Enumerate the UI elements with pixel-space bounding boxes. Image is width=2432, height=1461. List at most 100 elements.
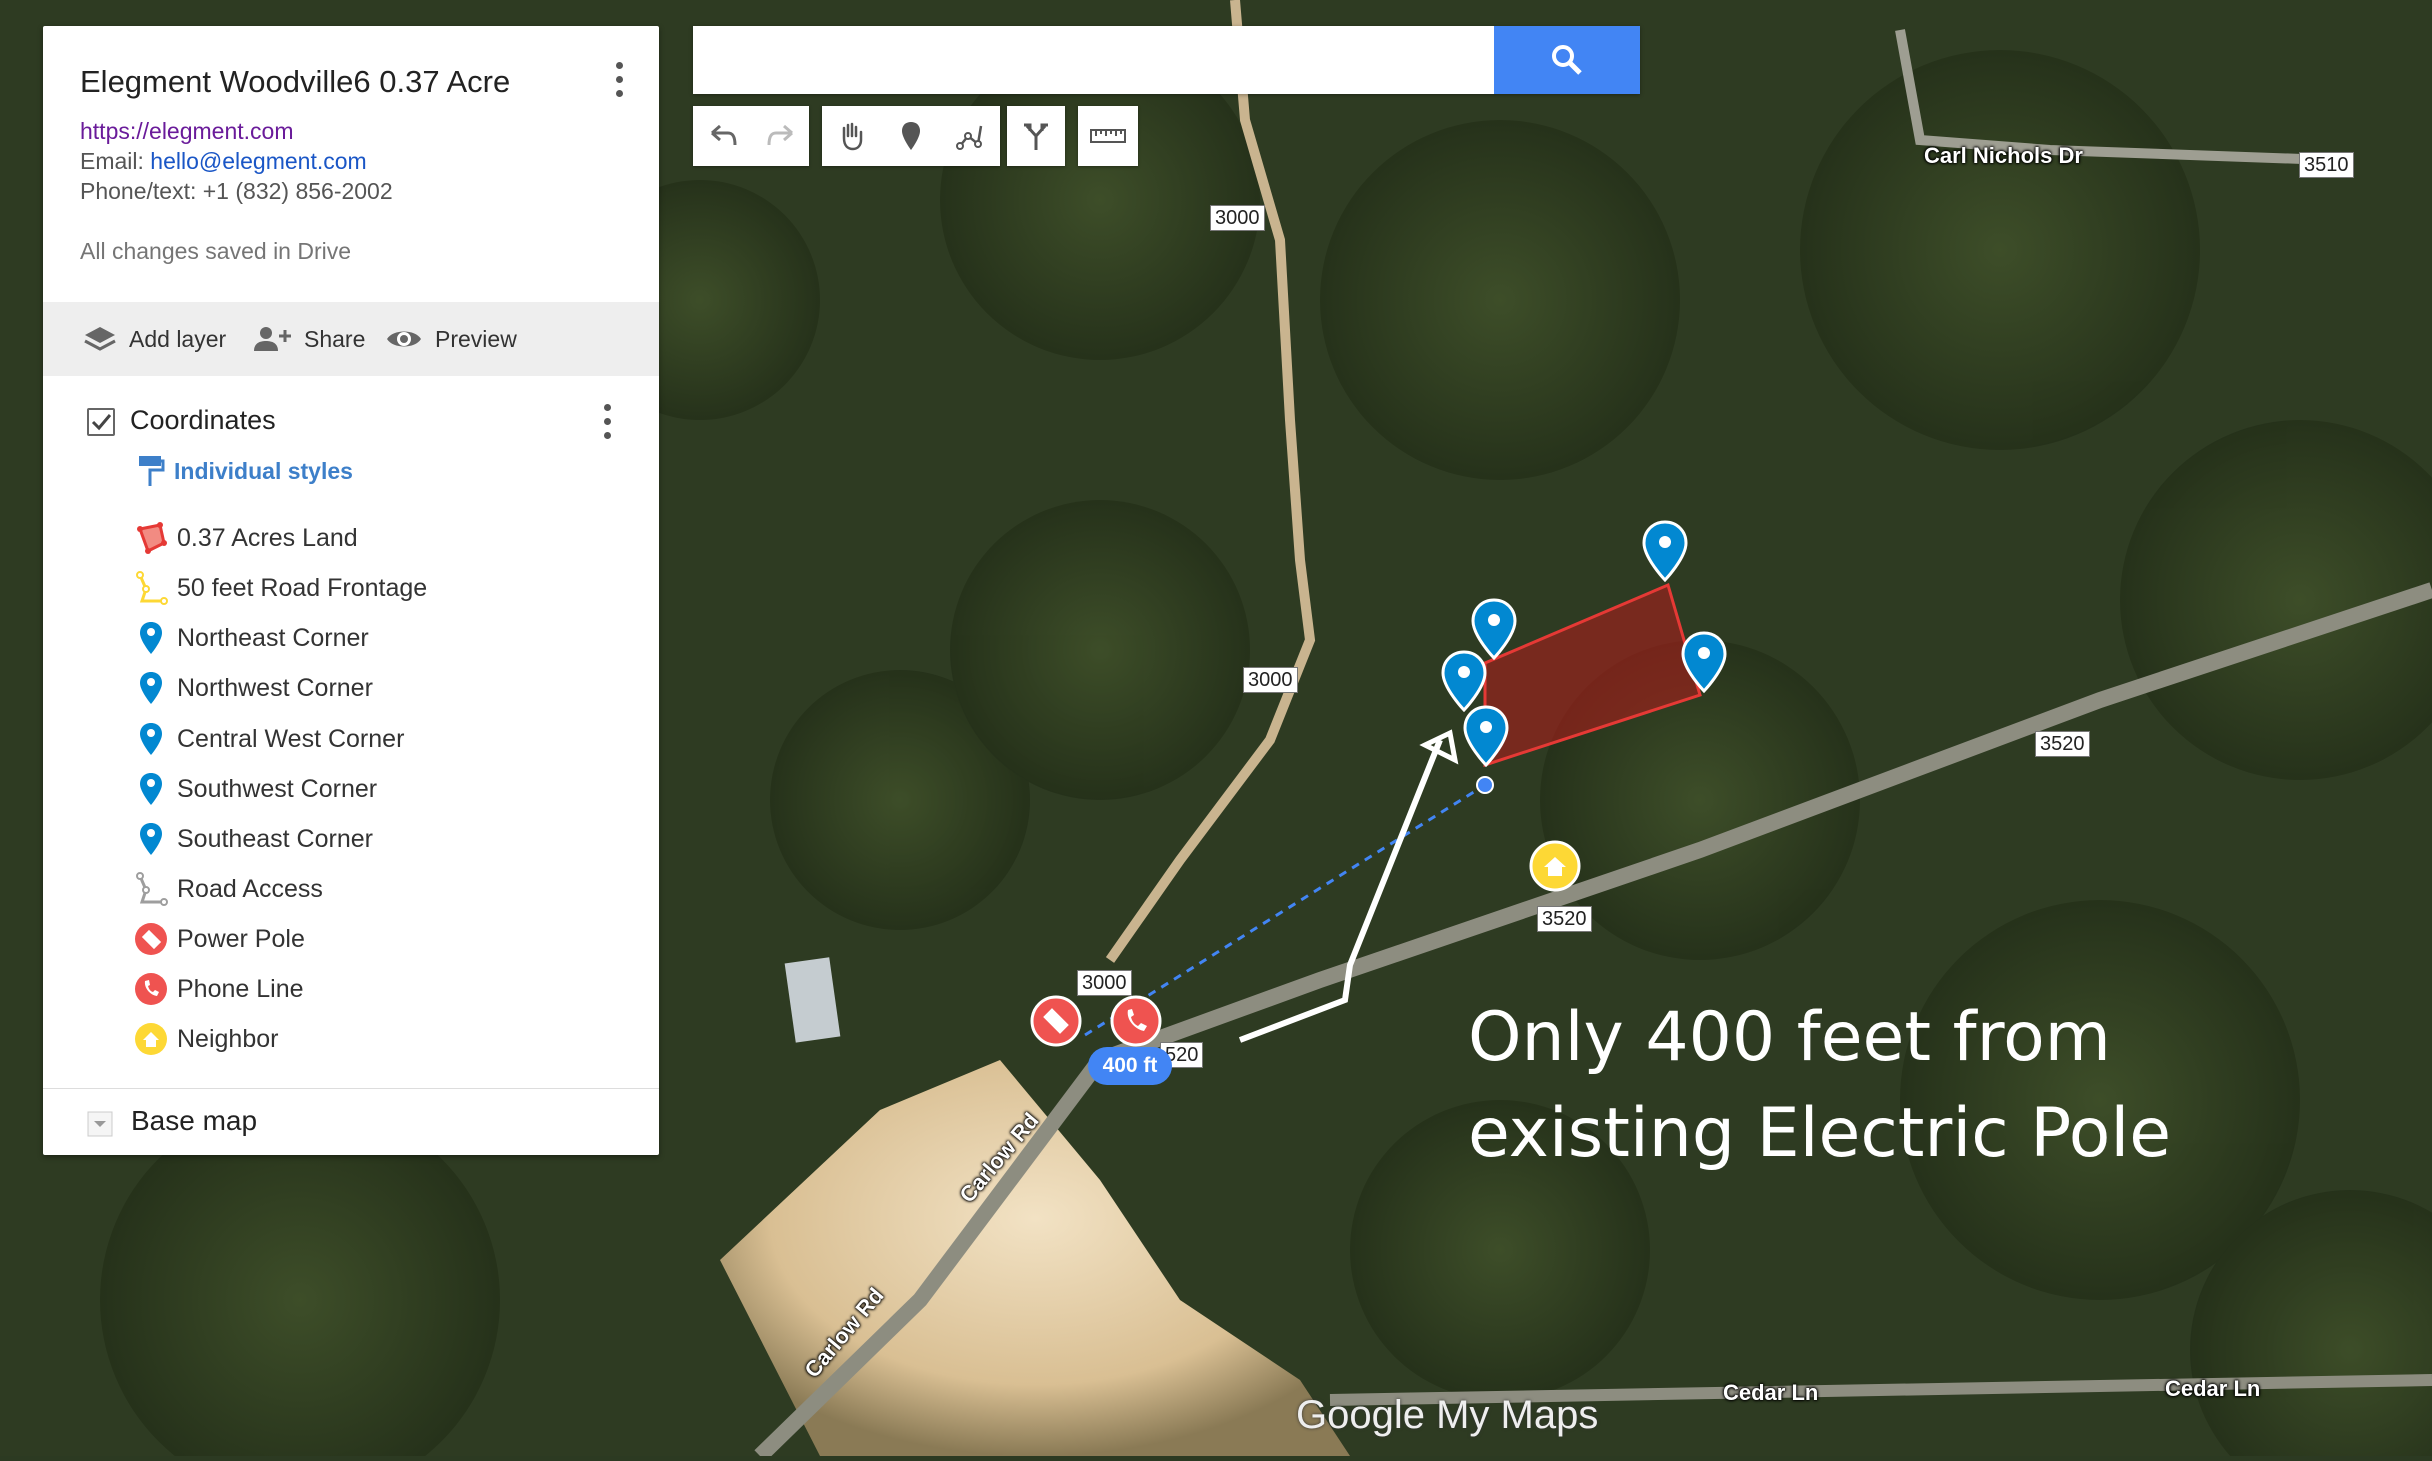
road-number-3000: 3000 bbox=[1210, 205, 1265, 231]
pin-icon bbox=[140, 773, 162, 805]
map-title[interactable]: Elegment Woodville6 0.37 Acre bbox=[80, 64, 510, 100]
layers-icon bbox=[84, 327, 116, 351]
list-item-road-access[interactable]: Road Access bbox=[131, 869, 631, 909]
list-item-label: Northwest Corner bbox=[177, 673, 373, 702]
list-item-southwest-corner[interactable]: Southwest Corner bbox=[131, 769, 631, 809]
list-item-label: Power Pole bbox=[177, 924, 305, 953]
list-item-label: Northeast Corner bbox=[177, 623, 369, 652]
marker-icon bbox=[902, 122, 920, 150]
add-directions-button[interactable] bbox=[1007, 106, 1065, 166]
annotation-line-1: Only 400 feet from bbox=[1468, 998, 2111, 1077]
list-item-label: 0.37 Acres Land bbox=[177, 523, 358, 552]
measure-button[interactable] bbox=[1078, 106, 1138, 166]
map-legend-panel: Elegment Woodville6 0.37 Acre https://el… bbox=[43, 26, 659, 1155]
list-item-label: Southwest Corner bbox=[177, 774, 378, 803]
chevron-down-icon bbox=[87, 1111, 113, 1137]
pin-icon[interactable] bbox=[1642, 520, 1688, 582]
ruler-icon bbox=[1090, 129, 1126, 143]
road-number-3510: 3510 bbox=[2299, 152, 2354, 178]
phone-text: Phone/text: +1 (832) 856-2002 bbox=[80, 178, 393, 204]
layer-options-icon[interactable] bbox=[601, 404, 613, 444]
directions-toolbar bbox=[1007, 106, 1065, 166]
email-line: Email: hello@elegment.com bbox=[80, 148, 367, 175]
share-button[interactable]: Share bbox=[252, 302, 365, 376]
pin-icon[interactable] bbox=[1681, 631, 1727, 693]
add-marker-button[interactable] bbox=[881, 106, 941, 166]
list-item-northwest-corner[interactable]: Northwest Corner bbox=[131, 668, 631, 708]
paint-roller-icon bbox=[139, 456, 165, 486]
draw-line-button[interactable] bbox=[940, 106, 1000, 166]
plug-icon bbox=[135, 923, 167, 955]
pin-icon[interactable] bbox=[1463, 705, 1509, 767]
distance-label: 400 ft bbox=[1088, 1047, 1172, 1085]
redo-button[interactable] bbox=[751, 106, 811, 166]
map-info-header: Elegment Woodville6 0.37 Acre https://el… bbox=[43, 26, 659, 302]
undo-icon bbox=[711, 124, 737, 146]
layer-header: Coordinates bbox=[43, 398, 659, 454]
preview-button[interactable]: Preview bbox=[385, 302, 517, 376]
phone-icon bbox=[135, 973, 167, 1005]
road-label-cedar-ln: Cedar Ln bbox=[1723, 1380, 1819, 1405]
more-options-icon[interactable] bbox=[613, 62, 625, 102]
road-number-3520: 3520 bbox=[2035, 731, 2090, 757]
hand-icon bbox=[842, 122, 863, 151]
road-number-3520: 3520 bbox=[1537, 906, 1592, 932]
list-item-northeast-corner[interactable]: Northeast Corner bbox=[131, 618, 631, 658]
pin-icon bbox=[140, 622, 162, 654]
email-label: Email: bbox=[80, 148, 144, 174]
search-button[interactable] bbox=[1494, 26, 1640, 94]
base-map-label: Base map bbox=[131, 1105, 258, 1136]
house-icon[interactable] bbox=[1529, 840, 1581, 892]
history-toolbar bbox=[693, 106, 809, 166]
save-status: All changes saved in Drive bbox=[80, 238, 352, 264]
undo-button[interactable] bbox=[693, 106, 753, 166]
individual-styles-link[interactable]: Individual styles bbox=[174, 458, 353, 485]
pin-icon bbox=[140, 672, 162, 704]
eye-icon bbox=[387, 331, 421, 347]
plug-icon[interactable] bbox=[1030, 995, 1082, 1047]
list-item-label: Neighbor bbox=[177, 1024, 279, 1053]
base-map-section[interactable]: Base map bbox=[43, 1088, 659, 1156]
measure-toolbar bbox=[1078, 106, 1138, 166]
directions-icon bbox=[1024, 123, 1048, 150]
phone-icon[interactable] bbox=[1110, 995, 1162, 1047]
pin-icon bbox=[140, 823, 162, 855]
pin-icon[interactable] bbox=[1441, 650, 1487, 712]
layer-visibility-checkbox[interactable] bbox=[87, 408, 115, 436]
list-item-label: Southeast Corner bbox=[177, 824, 373, 853]
layer-title[interactable]: Coordinates bbox=[130, 405, 276, 436]
list-item-road-frontage[interactable]: 50 feet Road Frontage bbox=[131, 568, 631, 608]
list-item-southeast-corner[interactable]: Southeast Corner bbox=[131, 819, 631, 859]
add-layer-label: Add layer bbox=[129, 325, 227, 352]
email-link[interactable]: hello@elegment.com bbox=[150, 148, 366, 174]
polygon-icon bbox=[137, 522, 167, 554]
google-my-maps-logo: Google My Maps bbox=[1296, 1393, 1599, 1437]
list-item-neighbor[interactable]: Neighbor bbox=[131, 1019, 631, 1059]
panel-toolbar: Add layer Share Preview bbox=[43, 302, 659, 376]
add-person-icon bbox=[254, 327, 291, 351]
line-icon bbox=[136, 571, 168, 605]
list-item-land[interactable]: 0.37 Acres Land bbox=[131, 518, 631, 558]
road-number-3000: 3000 bbox=[1077, 970, 1132, 996]
road-label-carl-nichols-dr: Carl Nichols Dr bbox=[1924, 143, 2083, 168]
draw-line-icon bbox=[956, 125, 983, 150]
list-item-label: Central West Corner bbox=[177, 724, 405, 753]
add-layer-button[interactable]: Add layer bbox=[83, 302, 226, 376]
redo-icon bbox=[767, 124, 793, 146]
list-item-central-west-corner[interactable]: Central West Corner bbox=[131, 719, 631, 759]
list-item-label: Phone Line bbox=[177, 974, 304, 1003]
preview-label: Preview bbox=[435, 325, 517, 352]
map-annotation: Only 400 feet from existing Electric Pol… bbox=[1468, 990, 2171, 1182]
hand-tool-button[interactable] bbox=[822, 106, 882, 166]
list-item-power-pole[interactable]: Power Pole bbox=[131, 919, 631, 959]
list-item-label: 50 feet Road Frontage bbox=[177, 573, 428, 602]
website-link[interactable]: https://elegment.com bbox=[80, 118, 294, 145]
road-label-cedar-ln: Cedar Ln bbox=[2165, 1376, 2261, 1401]
road-number-3000: 3000 bbox=[1243, 667, 1298, 693]
search-icon bbox=[1552, 45, 1582, 75]
pin-icon bbox=[140, 723, 162, 755]
line-icon bbox=[136, 872, 168, 906]
list-item-label: Road Access bbox=[177, 874, 323, 903]
list-item-phone-line[interactable]: Phone Line bbox=[131, 969, 631, 1009]
share-label: Share bbox=[304, 325, 366, 352]
